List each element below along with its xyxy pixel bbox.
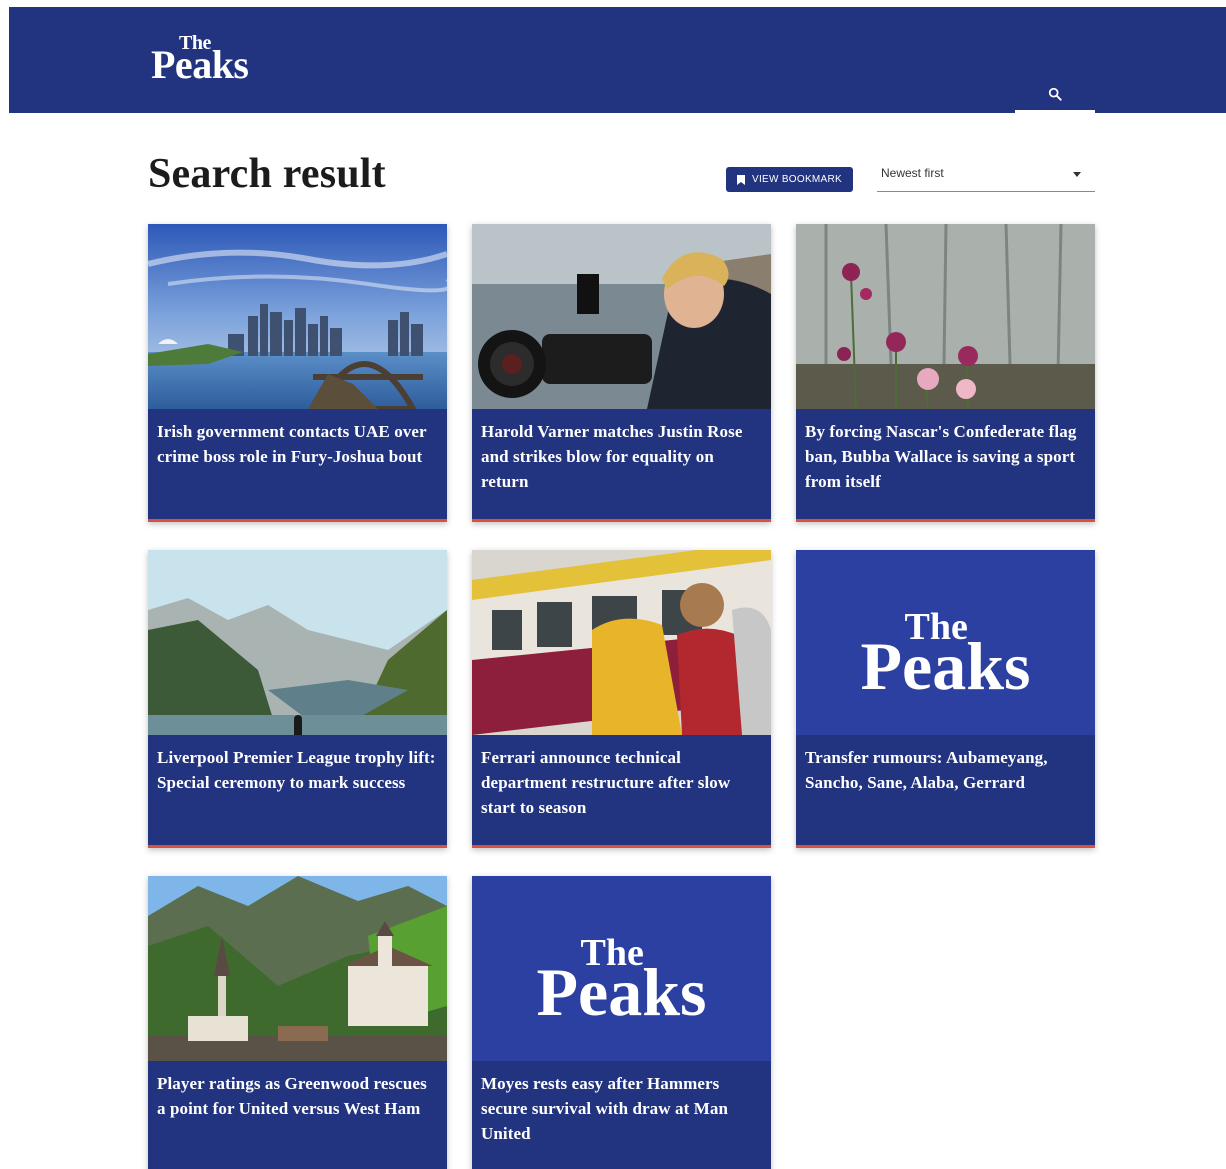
- search-tab[interactable]: [1015, 77, 1095, 113]
- article-card[interactable]: By forcing Nascar's Confederate flag ban…: [796, 224, 1095, 522]
- mountain-lake-photo: [148, 550, 447, 735]
- site-header: The Peaks: [9, 7, 1226, 113]
- article-card[interactable]: The Peaks Transfer rumours: Aubameyang, …: [796, 550, 1095, 848]
- page-title: Search result: [148, 151, 386, 197]
- article-card[interactable]: Irish government contacts UAE over crime…: [148, 224, 447, 522]
- sort-selected-value: Newest first: [881, 166, 944, 180]
- logo-peaks-text: Peaks: [536, 954, 707, 1030]
- flowers-forest-photo: [796, 224, 1095, 409]
- article-card[interactable]: Liverpool Premier League trophy lift: Sp…: [148, 550, 447, 848]
- article-card-title: By forcing Nascar's Confederate flag ban…: [796, 409, 1095, 522]
- train-backpacker-photo: [472, 550, 771, 735]
- logo-peaks-text: Peaks: [860, 628, 1031, 704]
- the-peaks-logo: The Peaks: [796, 550, 1095, 735]
- article-card-title: Player ratings as Greenwood rescues a po…: [148, 1061, 447, 1169]
- site-logo[interactable]: The Peaks: [151, 33, 249, 85]
- article-card-title: Liverpool Premier League trophy lift: Sp…: [148, 735, 447, 848]
- card-logo: The Peaks: [861, 608, 1031, 700]
- article-card-title: Transfer rumours: Aubameyang, Sancho, Sa…: [796, 735, 1095, 848]
- article-card-title: Moyes rests easy after Hammers secure su…: [472, 1061, 771, 1169]
- bookmark-icon: [736, 174, 745, 185]
- sort-select[interactable]: Newest first: [877, 160, 1095, 192]
- view-bookmark-label: VIEW BOOKMARK: [751, 174, 843, 185]
- article-card[interactable]: Ferrari announce technical department re…: [472, 550, 771, 848]
- cameraman-photo: [472, 224, 771, 409]
- article-card-title: Harold Varner matches Justin Rose and st…: [472, 409, 771, 522]
- article-card-title: Irish government contacts UAE over crime…: [148, 409, 447, 522]
- the-peaks-logo: The Peaks: [472, 876, 771, 1061]
- article-card[interactable]: Player ratings as Greenwood rescues a po…: [148, 876, 447, 1169]
- alpine-village-photo: [148, 876, 447, 1061]
- article-card[interactable]: The Peaks Moyes rests easy after Hammers…: [472, 876, 771, 1169]
- chevron-down-icon: [1073, 172, 1081, 177]
- article-card[interactable]: Harold Varner matches Justin Rose and st…: [472, 224, 771, 522]
- search-icon: [1048, 87, 1062, 101]
- view-bookmark-button[interactable]: VIEW BOOKMARK: [726, 167, 853, 192]
- logo-peaks-text: Peaks: [151, 42, 249, 87]
- city-harbour-photo: [148, 224, 447, 409]
- article-card-title: Ferrari announce technical department re…: [472, 735, 771, 848]
- card-logo: The Peaks: [537, 934, 707, 1026]
